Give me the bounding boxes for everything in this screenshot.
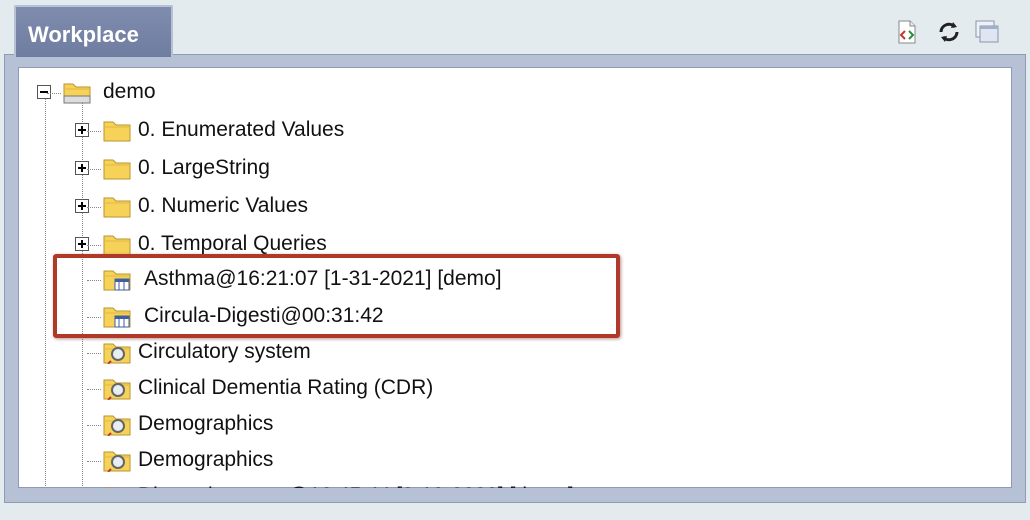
tree-item[interactable]: Demographics bbox=[0, 410, 1000, 440]
expand-icon[interactable] bbox=[75, 199, 89, 213]
folder-icon bbox=[103, 118, 131, 142]
tree-item[interactable]: Circulatory system bbox=[0, 338, 1000, 368]
patient-set-icon bbox=[103, 304, 131, 328]
tree-item[interactable]: 0. Numeric Values bbox=[0, 192, 1000, 222]
tree-item-root[interactable]: demo bbox=[0, 78, 1000, 108]
maximize-icon[interactable] bbox=[973, 18, 1001, 46]
query-folder-icon bbox=[103, 340, 131, 365]
tab-workplace-label: Workplace bbox=[28, 22, 139, 47]
tree-connector bbox=[87, 389, 101, 390]
tree-connector bbox=[87, 245, 101, 246]
tree-item-label: Demographics bbox=[138, 448, 274, 471]
tree-item-label: 0. Numeric Values bbox=[138, 194, 309, 217]
tree-item-label: 0. Temporal Queries bbox=[138, 232, 327, 255]
query-folder-icon bbox=[103, 376, 131, 401]
folder-icon bbox=[63, 80, 91, 104]
tree-item-label: Demographics bbox=[138, 412, 274, 435]
tree-connector bbox=[47, 93, 61, 94]
tree-item-label: demo bbox=[103, 80, 156, 103]
tree-connector bbox=[87, 131, 101, 132]
query-folder-icon bbox=[103, 412, 131, 437]
tree-item[interactable]: 0. Enumerated Values bbox=[0, 116, 1000, 146]
query-folder-icon bbox=[103, 448, 131, 473]
tree-item-label: Circulatory system bbox=[138, 340, 311, 363]
collapse-icon[interactable] bbox=[37, 85, 51, 99]
tree-connector bbox=[87, 169, 101, 170]
folder-icon bbox=[103, 156, 131, 180]
tree-item-label: 0. Enumerated Values bbox=[138, 118, 345, 141]
refresh-icon[interactable] bbox=[935, 18, 963, 46]
tree-connector bbox=[87, 280, 101, 281]
expand-icon[interactable] bbox=[75, 123, 89, 137]
patient-set-icon bbox=[103, 267, 131, 291]
tree-item[interactable]: 0. Temporal Queries bbox=[0, 230, 1000, 260]
expand-icon[interactable] bbox=[75, 237, 89, 251]
folder-icon bbox=[103, 232, 131, 256]
tree-item[interactable]: Demographics bbox=[0, 446, 1000, 476]
export-xml-icon[interactable] bbox=[893, 18, 921, 46]
tree-item-label: 0. LargeString bbox=[138, 156, 270, 179]
tree-connector bbox=[87, 317, 101, 318]
tree-item[interactable]: Circula-Digesti@00:31:42 bbox=[0, 302, 1000, 332]
tree-item[interactable]: 0. LargeString bbox=[0, 154, 1000, 184]
tree-connector bbox=[87, 461, 101, 462]
expand-icon[interactable] bbox=[75, 161, 89, 175]
tree-item-label: Clinical Dementia Rating (CDR) bbox=[138, 376, 434, 399]
tab-workplace[interactable]: Workplace bbox=[14, 5, 173, 57]
tree-item-label: Asthma@16:21:07 [1-31-2021] [demo] bbox=[144, 267, 502, 290]
tree-connector bbox=[87, 425, 101, 426]
tree-item-label: Circula-Digesti@00:31:42 bbox=[144, 304, 384, 327]
tree-connector bbox=[87, 353, 101, 354]
tree-item[interactable]: Clinical Dementia Rating (CDR) bbox=[0, 374, 1000, 404]
tree-item[interactable]: Asthma@16:21:07 [1-31-2021] [demo] bbox=[0, 265, 1000, 295]
tree-connector bbox=[87, 207, 101, 208]
folder-icon bbox=[103, 194, 131, 218]
